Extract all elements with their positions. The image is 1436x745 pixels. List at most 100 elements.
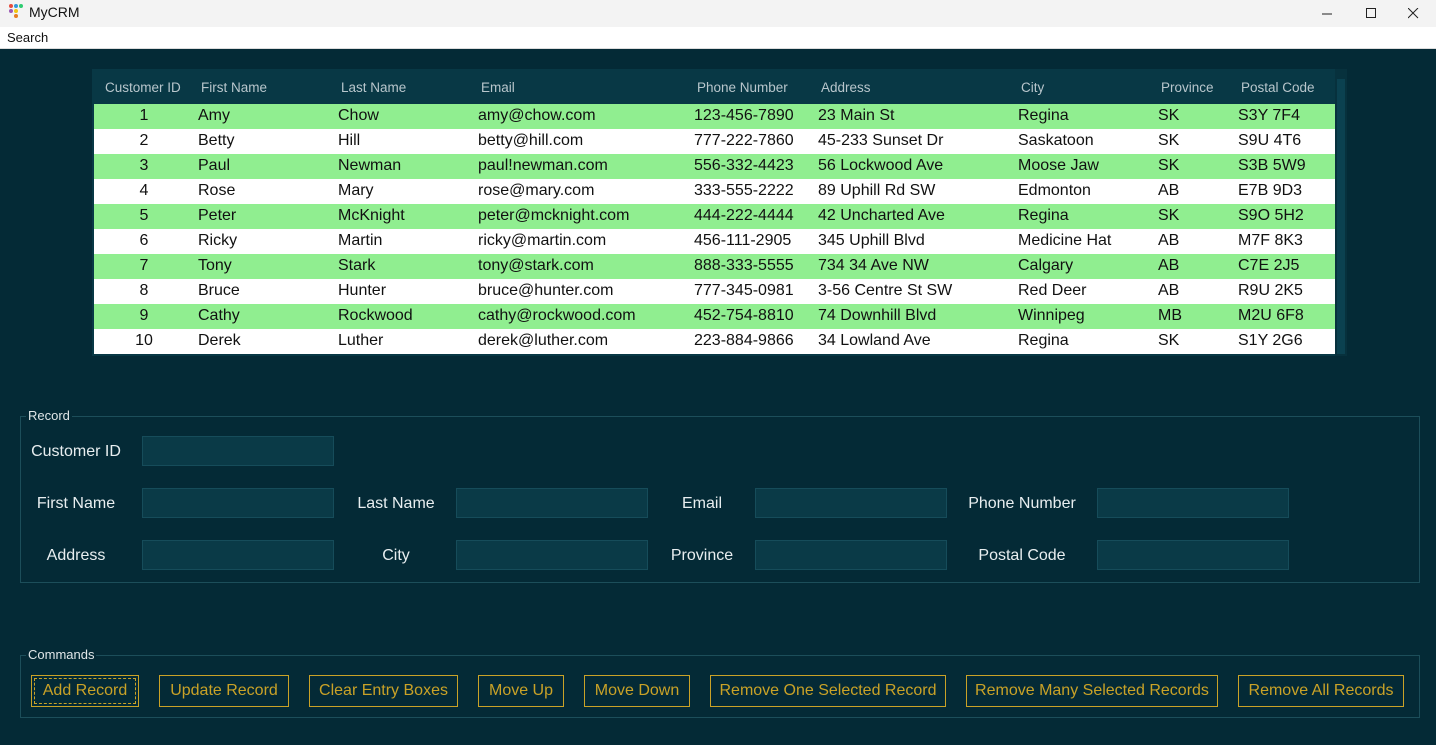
add-record-button[interactable]: Add Record	[31, 675, 139, 707]
cell-postal-code: S3Y 7F4	[1238, 107, 1300, 124]
first-name-label: First Name	[36, 495, 116, 512]
phone-number-label: Phone Number	[968, 495, 1076, 512]
minimize-button[interactable]	[1304, 0, 1350, 27]
cell-last-name: Martin	[338, 232, 383, 249]
cell-email: tony@stark.com	[478, 257, 594, 274]
cell-customer-id: 3	[139, 157, 149, 174]
cell-postal-code: S9O 5H2	[1238, 207, 1304, 224]
cell-customer-id: 4	[139, 182, 149, 199]
table-row[interactable]: 9 Cathy Rockwood cathy@rockwood.com 452-754-…	[94, 304, 1335, 329]
table-row[interactable]: 3 Paul Newman paul!newman.com 556-332-4423 56…	[94, 154, 1335, 179]
cell-first-name: Peter	[198, 207, 237, 224]
column-header-customer-id[interactable]: Customer ID	[105, 80, 181, 95]
title-bar: MyCRM	[0, 0, 1436, 27]
move-down-button[interactable]: Move Down	[584, 675, 690, 707]
cell-phone: 777-345-0981	[694, 282, 794, 299]
remove-all-records-button[interactable]: Remove All Records	[1238, 675, 1404, 707]
cell-province: SK	[1158, 107, 1180, 124]
maximize-button[interactable]	[1348, 0, 1394, 27]
cell-province: SK	[1158, 332, 1180, 349]
customer-id-field[interactable]	[142, 436, 334, 466]
remove-one-selected-record-button[interactable]: Remove One Selected Record	[710, 675, 946, 707]
column-header-phone[interactable]: Phone Number	[697, 80, 788, 95]
cell-email: derek@luther.com	[478, 332, 609, 349]
cell-first-name: Betty	[198, 132, 235, 149]
cell-address: 56 Lockwood Ave	[818, 157, 944, 174]
cell-email: paul!newman.com	[478, 157, 608, 174]
customer-table[interactable]: Customer ID First Name Last Name Email P…	[92, 69, 1347, 356]
cell-address: 345 Uphill Blvd	[818, 232, 925, 249]
table-row[interactable]: 6 Ricky Martin ricky@martin.com 456-111-2905…	[94, 229, 1335, 254]
cell-phone: 456-111-2905	[694, 232, 792, 249]
cell-address: 23 Main St	[818, 107, 895, 124]
column-header-address[interactable]: Address	[821, 80, 871, 95]
cell-customer-id: 10	[135, 332, 153, 349]
cell-phone: 556-332-4423	[694, 157, 794, 174]
cell-first-name: Tony	[198, 257, 232, 274]
last-name-label: Last Name	[357, 495, 435, 512]
cell-address: 3-56 Centre St SW	[818, 282, 953, 299]
table-row[interactable]: 8 Bruce Hunter bruce@hunter.com 777-345-0981…	[94, 279, 1335, 304]
cell-last-name: Hunter	[338, 282, 387, 299]
cell-province: AB	[1158, 282, 1180, 299]
column-header-city[interactable]: City	[1021, 80, 1044, 95]
menu-item-search[interactable]: Search	[7, 30, 48, 45]
cell-last-name: Luther	[338, 332, 384, 349]
cell-last-name: Chow	[338, 107, 379, 124]
cell-address: 74 Downhill Blvd	[818, 307, 937, 324]
table-row[interactable]: 2 Betty Hill betty@hill.com 777-222-7860 45-2…	[94, 129, 1335, 154]
cell-province: SK	[1158, 132, 1180, 149]
column-header-postal-code[interactable]: Postal Code	[1241, 80, 1315, 95]
last-name-field[interactable]	[456, 488, 648, 518]
table-row[interactable]: 10 Derek Luther derek@luther.com 223-884-986…	[94, 329, 1335, 354]
cell-last-name: Mary	[338, 182, 374, 199]
cell-province: AB	[1158, 257, 1180, 274]
cell-first-name: Cathy	[198, 307, 240, 324]
table-row[interactable]: 4 Rose Mary rose@mary.com 333-555-2222 89 Uph…	[94, 179, 1335, 204]
cell-customer-id: 7	[139, 257, 149, 274]
cell-customer-id: 2	[139, 132, 149, 149]
table-row[interactable]: 5 Peter McKnight peter@mcknight.com 444-222-…	[94, 204, 1335, 229]
close-button[interactable]	[1390, 0, 1436, 27]
table-row[interactable]: 1 Amy Chow amy@chow.com 123-456-7890 23 Main …	[94, 104, 1335, 129]
first-name-field[interactable]	[142, 488, 334, 518]
table-scrollbar[interactable]	[1335, 69, 1347, 356]
remove-many-selected-records-button[interactable]: Remove Many Selected Records	[966, 675, 1218, 707]
record-group-title: Record	[26, 408, 72, 423]
cell-postal-code: C7E 2J5	[1238, 257, 1300, 274]
cell-phone: 123-456-7890	[694, 107, 794, 124]
cell-last-name: Newman	[338, 157, 402, 174]
province-label: Province	[670, 547, 734, 564]
cell-city: Saskatoon	[1018, 132, 1094, 149]
move-up-button[interactable]: Move Up	[478, 675, 564, 707]
city-field[interactable]	[456, 540, 648, 570]
cell-first-name: Amy	[198, 107, 230, 124]
phone-number-field[interactable]	[1097, 488, 1289, 518]
cell-phone: 452-754-8810	[694, 307, 794, 324]
cell-first-name: Derek	[198, 332, 241, 349]
cell-city: Regina	[1018, 332, 1069, 349]
column-header-email[interactable]: Email	[481, 80, 515, 95]
cell-province: MB	[1158, 307, 1182, 324]
province-field[interactable]	[755, 540, 947, 570]
email-field[interactable]	[755, 488, 947, 518]
update-record-button[interactable]: Update Record	[159, 675, 289, 707]
table-header: Customer ID First Name Last Name Email P…	[92, 69, 1335, 104]
table-row[interactable]: 7 Tony Stark tony@stark.com 888-333-5555 734 …	[94, 254, 1335, 279]
address-field[interactable]	[142, 540, 334, 570]
clear-entry-boxes-button[interactable]: Clear Entry Boxes	[309, 675, 458, 707]
cell-city: Regina	[1018, 107, 1069, 124]
scrollbar-thumb[interactable]	[1337, 79, 1345, 354]
column-header-last-name[interactable]: Last Name	[341, 80, 406, 95]
cell-customer-id: 9	[139, 307, 149, 324]
cell-first-name: Bruce	[198, 282, 240, 299]
cell-province: SK	[1158, 207, 1180, 224]
cell-last-name: McKnight	[338, 207, 405, 224]
window-title: MyCRM	[29, 4, 80, 20]
cell-postal-code: S9U 4T6	[1238, 132, 1302, 149]
postal-code-field[interactable]	[1097, 540, 1289, 570]
cell-city: Calgary	[1018, 257, 1074, 274]
cell-city: Medicine Hat	[1018, 232, 1112, 249]
column-header-province[interactable]: Province	[1161, 80, 1214, 95]
column-header-first-name[interactable]: First Name	[201, 80, 267, 95]
